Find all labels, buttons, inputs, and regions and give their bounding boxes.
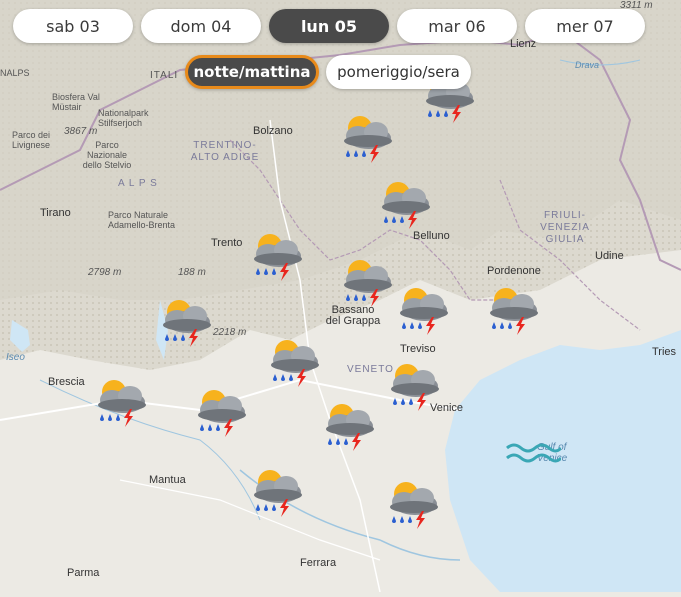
storm-rain-sun-icon[interactable] — [374, 178, 436, 230]
city-label-belluno: Belluno — [413, 230, 450, 242]
tab-mer-07[interactable]: mer 07 — [525, 9, 645, 43]
period-afternoon-evening[interactable]: pomeriggio/sera — [326, 55, 471, 89]
elevation-label-1: 3867 m — [64, 126, 98, 137]
storm-rain-sun-icon[interactable] — [155, 296, 217, 348]
city-label-treviso: Treviso — [400, 343, 436, 355]
country-label-italy: ITALI — [150, 70, 179, 81]
city-label-ferrara: Ferrara — [300, 557, 337, 569]
storm-rain-sun-icon[interactable] — [482, 284, 544, 336]
city-label-tirano: Tirano — [40, 207, 71, 219]
storm-rain-sun-icon[interactable] — [90, 376, 152, 428]
elevation-label-3: 188 m — [178, 267, 206, 278]
city-label-trento: Trento — [211, 237, 243, 249]
park-label-livignese: Parco dei Livignese — [12, 130, 51, 150]
park-label-stilfserjoch: Nationalpark Stilfserjoch — [98, 108, 149, 128]
storm-rain-sun-icon[interactable] — [190, 386, 252, 438]
tab-lun-05[interactable]: lun 05 — [269, 9, 389, 43]
waves-icon — [506, 443, 561, 463]
city-label-trieste: Tries — [652, 346, 677, 358]
city-label-brescia: Brescia — [48, 376, 85, 388]
region-label-friuli: FRIULI-VENEZIA GIULIA — [540, 210, 590, 245]
storm-rain-sun-icon[interactable] — [246, 230, 308, 282]
city-label-mantua: Mantua — [149, 474, 186, 486]
storm-rain-sun-icon[interactable] — [392, 284, 454, 336]
river-label-drava: Drava — [575, 60, 600, 70]
elevation-label-2: 2798 m — [88, 267, 122, 278]
area-label-nalps: NALPS — [0, 68, 30, 78]
region-label-alps: A L P S — [118, 178, 158, 189]
storm-rain-sun-icon[interactable] — [336, 256, 398, 308]
city-label-bolzano: Bolzano — [253, 125, 293, 137]
elevation-label-4: 2218 m — [213, 327, 247, 338]
city-label-udine: Udine — [595, 250, 624, 262]
storm-rain-sun-icon[interactable] — [383, 360, 445, 412]
storm-rain-sun-icon[interactable] — [263, 336, 325, 388]
city-label-parma: Parma — [67, 567, 100, 579]
park-label-stelvio: Parco Nazionale dello Stelvio — [82, 140, 132, 170]
city-label-bassano: Bassano del Grappa — [325, 304, 381, 327]
storm-rain-sun-icon[interactable] — [336, 112, 398, 164]
tab-dom-04[interactable]: dom 04 — [141, 9, 261, 43]
park-label-adamello: Parco Naturale Adamello-Brenta — [108, 210, 176, 230]
lake-label-iseo: Iseo — [6, 352, 25, 363]
storm-rain-sun-icon[interactable] — [318, 400, 380, 452]
tab-mar-06[interactable]: mar 06 — [397, 9, 517, 43]
storm-rain-sun-icon[interactable] — [246, 466, 308, 518]
storm-rain-sun-icon[interactable] — [382, 478, 444, 530]
park-label-mustair: Biosfera Val Müstair — [52, 92, 100, 112]
tab-sab-03[interactable]: sab 03 — [13, 9, 133, 43]
period-night-morning[interactable]: notte/mattina — [185, 55, 319, 89]
city-label-pordenone: Pordenone — [487, 265, 541, 277]
region-label-trentino: TRENTINO-ALTO ADIGE — [190, 140, 260, 163]
